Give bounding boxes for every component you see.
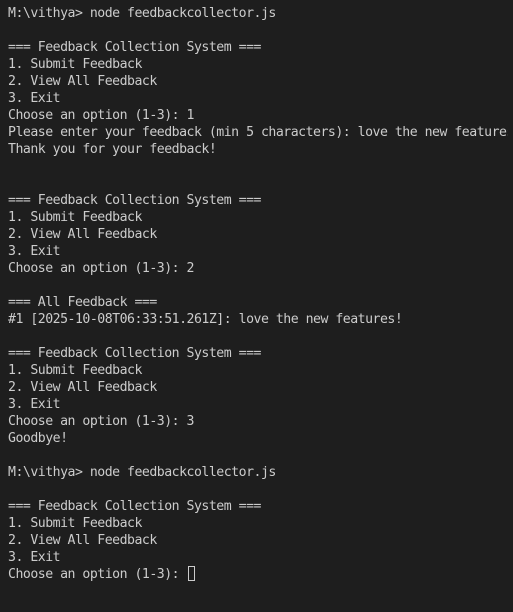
terminal-line: 2. View All Feedback (8, 380, 157, 395)
terminal-cursor[interactable] (187, 566, 195, 581)
terminal-line: === Feedback Collection System === (8, 499, 261, 514)
terminal-line: === Feedback Collection System === (8, 346, 261, 361)
terminal-line: === All Feedback === (8, 295, 157, 310)
terminal-line: 3. Exit (8, 550, 61, 565)
terminal-line: Choose an option (1-3): 1 (8, 108, 195, 123)
terminal-line: M:\vithya> node feedbackcollector.js (8, 6, 276, 21)
terminal-prompt-line[interactable]: Choose an option (1-3): (8, 566, 508, 583)
terminal-line: 3. Exit (8, 397, 61, 412)
terminal-line: M:\vithya> node feedbackcollector.js (8, 465, 276, 480)
terminal-prompt: Choose an option (1-3): (8, 567, 187, 582)
terminal-line: 1. Submit Feedback (8, 210, 142, 225)
terminal-line: 3. Exit (8, 244, 61, 259)
terminal-line: 2. View All Feedback (8, 533, 157, 548)
terminal-line: === Feedback Collection System === (8, 40, 261, 55)
terminal-line: Please enter your feedback (min 5 charac… (8, 125, 508, 140)
terminal-line: Choose an option (1-3): 2 (8, 261, 195, 276)
terminal-line: 2. View All Feedback (8, 227, 157, 242)
terminal-line: 1. Submit Feedback (8, 363, 142, 378)
terminal-line: 2. View All Feedback (8, 74, 157, 89)
terminal-line: 1. Submit Feedback (8, 516, 142, 531)
terminal-line: 3. Exit (8, 91, 61, 106)
terminal-line: === Feedback Collection System === (8, 193, 261, 208)
terminal-line: Goodbye! (8, 431, 68, 446)
terminal-output[interactable]: M:\vithya> node feedbackcollector.js ===… (8, 5, 508, 583)
terminal-line: #1 [2025-10-08T06:33:51.261Z]: love the … (8, 312, 403, 327)
terminal-line: 1. Submit Feedback (8, 57, 142, 72)
terminal-line: Thank you for your feedback! (8, 142, 217, 157)
terminal-line: Choose an option (1-3): 3 (8, 414, 195, 429)
